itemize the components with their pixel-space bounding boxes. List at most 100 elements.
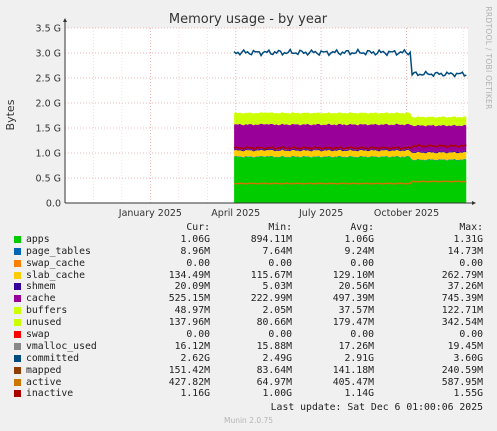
legend-value-avg: 20.56M xyxy=(338,281,374,293)
legend-series-name: cache xyxy=(26,293,56,305)
legend-value-max: 14.73M xyxy=(447,245,483,257)
legend-value-min: 5.03M xyxy=(262,281,293,293)
legend-value-cur: 48.97M xyxy=(174,305,210,317)
x-axis-arrow xyxy=(472,201,476,205)
chart-title: Memory usage - by year xyxy=(169,12,328,27)
legend-row-inactive: inactive 1.16G 1.00G 1.14G 1.55G xyxy=(10,388,490,400)
y-tick-label: 2.0 G xyxy=(36,99,62,110)
legend-swatch xyxy=(14,271,21,279)
legend-series-name: swap_cache xyxy=(26,257,85,269)
legend-value-max: 262.79M xyxy=(441,269,483,281)
legend-value-avg: 0.00 xyxy=(350,329,374,341)
area-apps xyxy=(234,156,467,203)
legend-series-name: vmalloc_used xyxy=(26,340,97,352)
legend-value-avg: 0.00 xyxy=(350,257,374,269)
legend: Cur: Min: Avg: Max: apps 1.06G 894.11M 1.06… xyxy=(10,222,490,400)
legend-row-page-tables: page_tables 8.96M 7.64M 9.24M 14.73M xyxy=(10,246,490,258)
legend-value-min: 64.97M xyxy=(256,376,292,388)
legend-swatch xyxy=(14,319,21,327)
legend-value-cur: 525.15M xyxy=(168,293,210,305)
legend-row-swap: swap 0.00 0.00 0.00 0.00 xyxy=(10,329,490,341)
legend-value-max: 342.54M xyxy=(441,317,483,329)
legend-row-slab-cache: slab_cache 134.49M 115.67M 129.10M 262.79M xyxy=(10,270,490,282)
legend-value-avg: 405.47M xyxy=(332,376,374,388)
legend-value-cur: 2.62G xyxy=(180,352,211,364)
y-axis-arrow xyxy=(63,18,67,22)
legend-series-name: swap xyxy=(26,329,50,341)
memory-usage-chart: Memory usage - by year Bytes RRDTOOL / T… xyxy=(4,6,493,219)
legend-row-mapped: mapped 151.42M 83.64M 141.18M 240.59M xyxy=(10,365,490,377)
legend-swatch xyxy=(14,307,21,315)
legend-value-max: 1.31G xyxy=(453,233,484,245)
legend-swatch xyxy=(14,295,21,303)
legend-value-cur: 20.09M xyxy=(174,281,210,293)
legend-value-max: 1.55G xyxy=(453,388,484,400)
legend-swatch xyxy=(14,247,21,255)
legend-row-shmem: shmem 20.09M 5.03M 20.56M 37.26M xyxy=(10,281,490,293)
y-tick-label: 0.5 G xyxy=(36,174,62,185)
legend-value-avg: 17.26M xyxy=(338,340,374,352)
legend-series-name: inactive xyxy=(26,388,74,400)
legend-value-avg: 129.10M xyxy=(332,269,374,281)
legend-value-max: 37.26M xyxy=(447,281,483,293)
legend-row-apps: apps 1.06G 894.11M 1.06G 1.31G xyxy=(10,234,490,246)
legend-value-cur: 137.96M xyxy=(168,317,210,329)
legend-value-min: 0.00 xyxy=(268,257,292,269)
legend-value-min: 894.11M xyxy=(250,233,292,245)
legend-value-avg: 497.39M xyxy=(332,293,374,305)
legend-value-min: 1.00G xyxy=(262,388,293,400)
legend-value-cur: 0.00 xyxy=(186,329,210,341)
legend-series-name: mapped xyxy=(26,364,62,376)
legend-value-cur: 0.00 xyxy=(186,257,210,269)
legend-value-min: 15.88M xyxy=(256,340,292,352)
legend-value-avg: 141.18M xyxy=(332,364,374,376)
y-tick-label: 1.5 G xyxy=(36,124,62,135)
legend-swatch xyxy=(14,342,21,350)
legend-value-max: 745.39M xyxy=(441,293,483,305)
y-tick-label: 1.0 G xyxy=(36,149,62,160)
legend-value-max: 3.60G xyxy=(453,352,484,364)
legend-value-max: 19.45M xyxy=(447,340,483,352)
legend-value-avg: 37.57M xyxy=(338,305,374,317)
x-tick-label: July 2025 xyxy=(298,208,343,219)
legend-value-min: 2.49G xyxy=(262,352,293,364)
legend-series-name: buffers xyxy=(26,305,68,317)
x-tick-label: October 2025 xyxy=(374,208,439,219)
legend-header-avg: Avg: xyxy=(350,222,374,233)
legend-value-max: 0.00 xyxy=(459,257,483,269)
legend-row-unused: unused 137.96M 80.66M 179.47M 342.54M xyxy=(10,317,490,329)
legend-header-cur: Cur: xyxy=(186,222,210,233)
legend-value-min: 7.64M xyxy=(262,245,293,257)
legend-series-name: active xyxy=(26,376,62,388)
legend-header-min: Min: xyxy=(268,222,292,233)
x-tick-label: April 2025 xyxy=(211,208,260,219)
legend-value-cur: 427.82M xyxy=(168,376,210,388)
legend-series-name: unused xyxy=(26,317,62,329)
legend-value-cur: 8.96M xyxy=(180,245,211,257)
legend-series-name: shmem xyxy=(26,281,56,293)
y-tick-label: 0.0 xyxy=(46,199,61,210)
last-update: Last update: Sat Dec 6 01:00:06 2025 xyxy=(270,402,483,413)
legend-series-name: page_tables xyxy=(26,245,91,257)
legend-series-name: committed xyxy=(26,352,80,364)
legend-header: Cur: Min: Avg: Max: xyxy=(10,222,490,234)
legend-swatch xyxy=(14,354,21,362)
legend-swatch xyxy=(14,283,21,291)
y-tick-label: 3.0 G xyxy=(36,49,62,60)
legend-value-min: 222.99M xyxy=(250,293,292,305)
legend-value-cur: 1.16G xyxy=(180,388,211,400)
legend-value-max: 0.00 xyxy=(459,329,483,341)
legend-swatch xyxy=(14,390,21,398)
legend-series-name: slab_cache xyxy=(26,269,85,281)
legend-value-cur: 16.12M xyxy=(174,340,210,352)
legend-value-min: 2.05M xyxy=(262,305,293,317)
legend-swatch xyxy=(14,331,21,339)
legend-swatch xyxy=(14,366,21,374)
legend-value-cur: 151.42M xyxy=(168,364,210,376)
legend-header-max: Max: xyxy=(459,222,483,233)
legend-value-avg: 1.14G xyxy=(344,388,375,400)
legend-value-max: 240.59M xyxy=(441,364,483,376)
legend-row-committed: committed 2.62G 2.49G 2.91G 3.60G xyxy=(10,353,490,365)
legend-value-avg: 9.24M xyxy=(344,245,375,257)
legend-row-active: active 427.82M 64.97M 405.47M 587.95M xyxy=(10,377,490,389)
